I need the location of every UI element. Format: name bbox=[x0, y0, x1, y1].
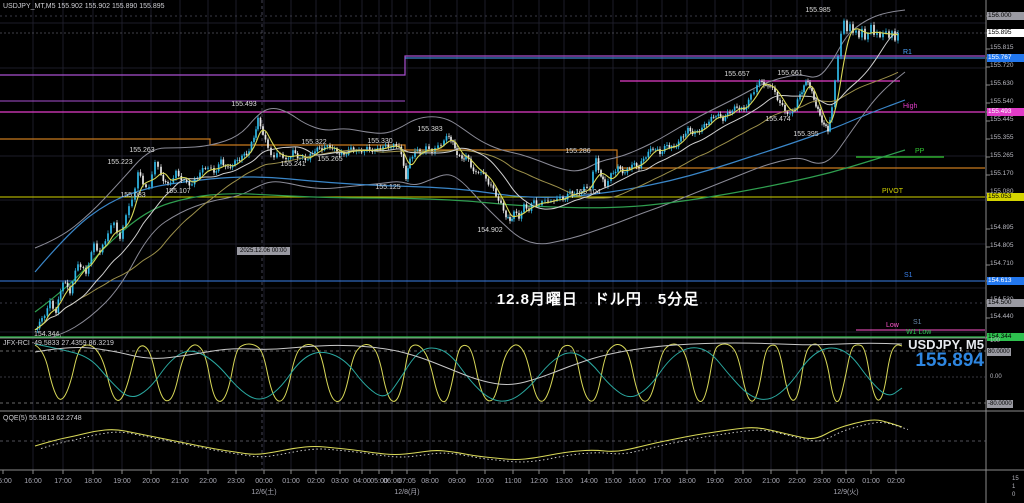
price-swing-label: 155.493 bbox=[231, 101, 256, 108]
quote-overlay-price: 155.894 bbox=[915, 351, 984, 370]
time-axis-strip[interactable] bbox=[0, 470, 986, 503]
price-axis-strip[interactable] bbox=[986, 0, 1024, 470]
level-label-r1: R1 bbox=[903, 49, 912, 56]
price-swing-label: 155.286 bbox=[565, 148, 590, 155]
price-swing-label: 155.395 bbox=[793, 131, 818, 138]
price-swing-label: 154.902 bbox=[477, 227, 502, 234]
chart-annotation-note: 12.8月曜日 ドル円 5分足 bbox=[497, 292, 700, 307]
price-swing-label: 155.383 bbox=[417, 126, 442, 133]
level-label-pp: PP bbox=[915, 148, 924, 155]
price-swing-label: 155.125 bbox=[375, 184, 400, 191]
level-label-w1-low: W1 Low bbox=[906, 329, 931, 336]
price-swing-label: 155.083 bbox=[120, 192, 145, 199]
price-swing-label: 155.322 bbox=[301, 139, 326, 146]
price-swing-label: 155.241 bbox=[280, 161, 305, 168]
price-swing-label: 155.104 bbox=[575, 189, 600, 196]
price-swing-label: 155.223 bbox=[107, 159, 132, 166]
vline-date-badge[interactable]: 2025.12.06 00:00 bbox=[237, 247, 290, 255]
qqe-indicator-label: QQE(5) 55.5813 62.2748 bbox=[3, 415, 82, 422]
level-label-s1: S1 bbox=[913, 319, 922, 326]
price-swing-label: 155.263 bbox=[129, 147, 154, 154]
price-label-low-start: 154.344, bbox=[34, 331, 61, 338]
qqe-axis-label: 1 bbox=[1012, 484, 1015, 490]
price-swing-label: 155.474 bbox=[765, 116, 790, 123]
price-swing-label: 155.657 bbox=[724, 71, 749, 78]
qqe-axis-label: 15 bbox=[1012, 476, 1019, 482]
qqe-axis-label: 0 bbox=[1012, 492, 1015, 498]
price-swing-label: 155.330 bbox=[367, 138, 392, 145]
price-swing-label: 155.985 bbox=[805, 7, 830, 14]
chart-canvas[interactable] bbox=[0, 0, 1024, 503]
price-swing-label: 155.661 bbox=[777, 70, 802, 77]
level-label-s1: S1 bbox=[904, 272, 913, 279]
level-label-pivot: PIVOT bbox=[882, 188, 903, 195]
rci-indicator-label: JFX-RCI -49.5833 27.4359 86.3219 bbox=[3, 340, 114, 347]
symbol-ohlc-header: USDJPY_MT,M5 155.902 155.902 155.890 155… bbox=[3, 3, 165, 10]
price-swing-label: 155.265 bbox=[317, 156, 342, 163]
level-label-low: Low bbox=[886, 322, 899, 329]
mt4-chart-window: USDJPY_MT,M5 155.902 155.902 155.890 155… bbox=[0, 0, 1024, 503]
price-swing-label: 155.107 bbox=[165, 188, 190, 195]
level-label-high: High bbox=[903, 103, 917, 110]
